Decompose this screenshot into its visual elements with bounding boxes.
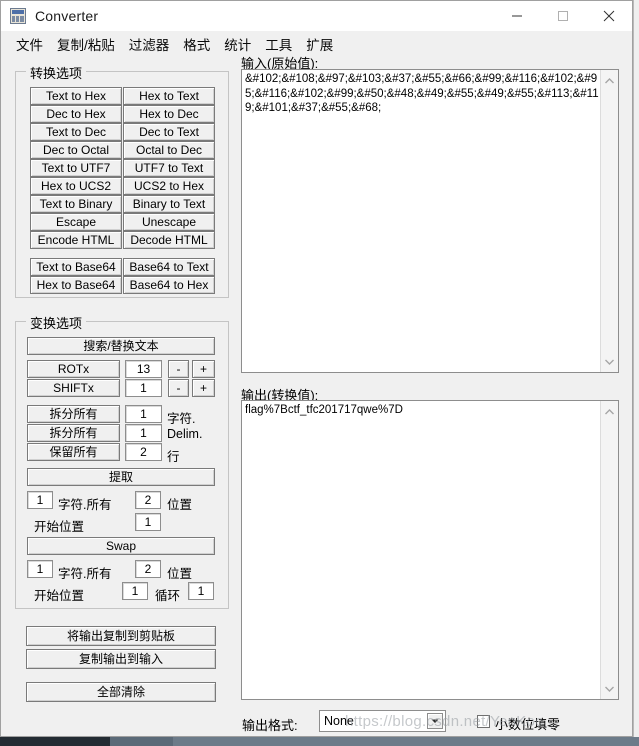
escape-button[interactable]: Escape: [30, 213, 122, 231]
rotx-button[interactable]: ROTx: [27, 360, 120, 378]
hex-to-ucs2-button[interactable]: Hex to UCS2: [30, 177, 122, 195]
base64-to-hex-button[interactable]: Base64 to Hex: [123, 276, 215, 294]
convert-options-group: 转换选项 Text to Hex Hex to Text Dec to Hex …: [15, 63, 229, 298]
rotx-increment-button[interactable]: +: [192, 360, 215, 378]
close-button[interactable]: [586, 1, 632, 31]
extract-chars-label: 字符.所有: [58, 498, 112, 512]
swap-loop-field[interactable]: 1: [188, 582, 214, 600]
keep-all-lines-unit-label: 行: [167, 450, 180, 464]
output-format-value: None: [324, 714, 354, 728]
text-to-base64-button[interactable]: Text to Base64: [30, 258, 122, 276]
menu-item-filter[interactable]: 过滤器: [122, 32, 177, 56]
unescape-button[interactable]: Unescape: [123, 213, 215, 231]
output-scroll-down-icon[interactable]: [601, 680, 618, 697]
binary-to-text-button[interactable]: Binary to Text: [123, 195, 215, 213]
encode-html-button[interactable]: Encode HTML: [30, 231, 122, 249]
rotx-decrement-button[interactable]: -: [168, 360, 189, 378]
window-title: Converter: [35, 8, 99, 24]
split-all-delim-unit-label: Delim.: [167, 427, 203, 441]
taskbar: [0, 736, 639, 746]
menu-item-format[interactable]: 格式: [176, 32, 217, 56]
hex-to-base64-button[interactable]: Hex to Base64: [30, 276, 122, 294]
converter-window: Converter 文件 复制/粘贴 过滤器 格式 统计 工具 扩展 转换选项 …: [0, 0, 633, 737]
swap-position-field[interactable]: 2: [135, 560, 161, 578]
text-to-utf7-button[interactable]: Text to UTF7: [30, 159, 122, 177]
output-textarea-value: flag%7Bctf_tfc201717qwe%7D: [245, 404, 403, 416]
split-all-chars-value-field[interactable]: 1: [125, 405, 162, 423]
extract-position-label: 位置: [167, 498, 193, 512]
copy-output-to-input-button[interactable]: 复制输出到输入: [26, 649, 216, 669]
keep-all-lines-value-field[interactable]: 2: [125, 443, 162, 461]
calculator-icon: [10, 8, 26, 24]
extract-start-field[interactable]: 1: [135, 513, 161, 531]
scroll-down-icon[interactable]: [601, 353, 618, 370]
swap-loop-label: 循环: [155, 589, 181, 603]
shiftx-button[interactable]: SHIFTx: [27, 379, 120, 397]
copy-output-to-clipboard-button[interactable]: 将输出复制到剪贴板: [26, 626, 216, 646]
chevron-down-icon[interactable]: [427, 713, 443, 729]
menu-item-copypaste[interactable]: 复制/粘贴: [50, 32, 122, 56]
convert-options-title: 转换选项: [26, 63, 87, 82]
maximize-button[interactable]: [540, 1, 586, 31]
split-all-chars-unit-label: 字符.: [167, 412, 196, 426]
split-all-chars-button[interactable]: 拆分所有: [27, 405, 120, 423]
window-controls: [494, 1, 632, 31]
shiftx-increment-button[interactable]: +: [192, 379, 215, 397]
output-format-select[interactable]: None: [319, 710, 446, 732]
utf7-to-text-button[interactable]: UTF7 to Text: [123, 159, 215, 177]
extract-position-field[interactable]: 2: [135, 491, 161, 509]
swap-chars-field[interactable]: 1: [27, 560, 53, 578]
dec-to-hex-button[interactable]: Dec to Hex: [30, 105, 122, 123]
output-textarea[interactable]: flag%7Bctf_tfc201717qwe%7D: [241, 400, 619, 700]
search-replace-text-button[interactable]: 搜索/替换文本: [27, 337, 215, 355]
pad-decimals-checkbox[interactable]: [477, 715, 490, 728]
text-to-hex-button[interactable]: Text to Hex: [30, 87, 122, 105]
swap-chars-label: 字符.所有: [58, 567, 112, 581]
swap-position-label: 位置: [167, 567, 193, 581]
split-all-delim-button[interactable]: 拆分所有: [27, 424, 120, 442]
taskbar-start-region: [0, 737, 110, 746]
dec-to-octal-button[interactable]: Dec to Octal: [30, 141, 122, 159]
extract-button[interactable]: 提取: [27, 468, 215, 486]
input-textarea-value: &#102;&#108;&#97;&#103;&#37;&#55;&#66;&#…: [245, 73, 599, 114]
transform-options-group: 变换选项 搜索/替换文本 ROTx 13 - + SHIFTx 1 - + 拆分…: [15, 313, 229, 609]
scroll-up-icon[interactable]: [601, 72, 618, 89]
split-all-delim-value-field[interactable]: 1: [125, 424, 162, 442]
swap-start-field[interactable]: 1: [122, 582, 148, 600]
menu-item-file[interactable]: 文件: [9, 32, 50, 56]
octal-to-dec-button[interactable]: Octal to Dec: [123, 141, 215, 159]
swap-button[interactable]: Swap: [27, 537, 215, 555]
shiftx-decrement-button[interactable]: -: [168, 379, 189, 397]
taskbar-items-region: [173, 737, 639, 746]
output-scrollbar[interactable]: [600, 401, 618, 699]
transform-options-title: 变换选项: [26, 313, 87, 332]
keep-all-lines-button[interactable]: 保留所有: [27, 443, 120, 461]
clear-all-button[interactable]: 全部清除: [26, 682, 216, 702]
output-format-label: 输出格式:: [242, 718, 298, 733]
title-bar: Converter: [1, 1, 632, 31]
output-scroll-up-icon[interactable]: [601, 403, 618, 420]
decode-html-button[interactable]: Decode HTML: [123, 231, 215, 249]
desktop-right-scrollbar[interactable]: [633, 0, 639, 737]
text-to-binary-button[interactable]: Text to Binary: [30, 195, 122, 213]
dec-to-text-button[interactable]: Dec to Text: [123, 123, 215, 141]
input-textarea[interactable]: &#102;&#108;&#97;&#103;&#37;&#55;&#66;&#…: [241, 69, 619, 373]
base64-to-text-button[interactable]: Base64 to Text: [123, 258, 215, 276]
rotx-value-field[interactable]: 13: [125, 360, 162, 378]
shiftx-value-field[interactable]: 1: [125, 379, 162, 397]
hex-to-text-button[interactable]: Hex to Text: [123, 87, 215, 105]
input-scrollbar[interactable]: [600, 70, 618, 372]
ucs2-to-hex-button[interactable]: UCS2 to Hex: [123, 177, 215, 195]
hex-to-dec-button[interactable]: Hex to Dec: [123, 105, 215, 123]
extract-chars-field[interactable]: 1: [27, 491, 53, 509]
extract-start-label: 开始位置: [34, 520, 85, 534]
swap-start-label: 开始位置: [34, 589, 85, 603]
pad-decimals-label: 小数位填零: [495, 717, 561, 732]
minimize-button[interactable]: [494, 1, 540, 31]
text-to-dec-button[interactable]: Text to Dec: [30, 123, 122, 141]
